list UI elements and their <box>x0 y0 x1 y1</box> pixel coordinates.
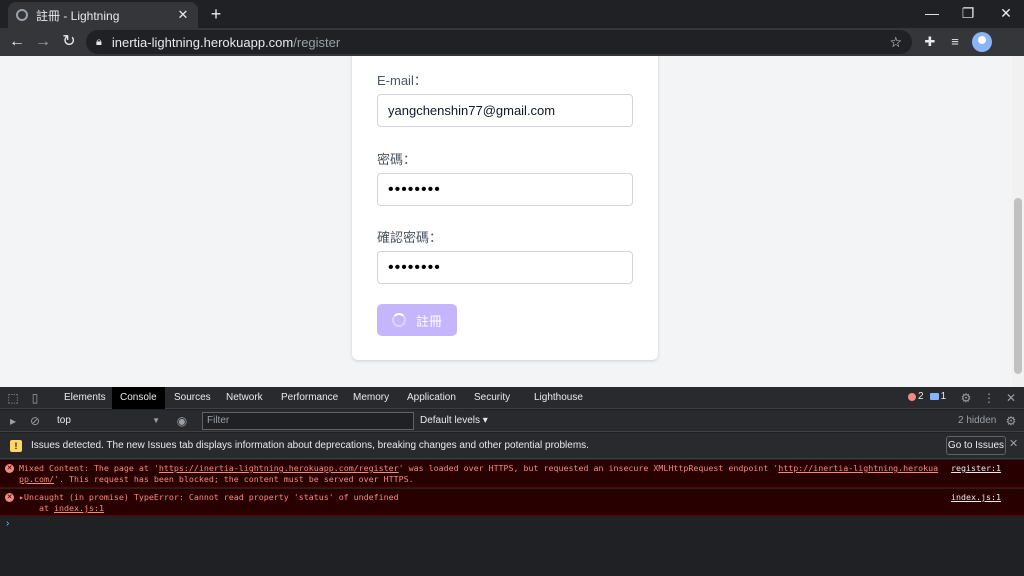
context-value: top <box>57 415 71 426</box>
issues-banner: ! Issues detected. The new Issues tab di… <box>0 433 1024 459</box>
console-prompt-icon[interactable]: › <box>6 518 9 529</box>
dropdown-arrow-icon: ▼ <box>152 416 160 425</box>
issues-close-icon[interactable]: ✕ <box>1009 437 1018 450</box>
url-host: inertia-lightning.herokuapp.com <box>111 34 294 50</box>
devtools-tab-elements[interactable]: Elements <box>56 387 114 409</box>
sidebar-toggle-icon[interactable]: ▸ <box>5 413 21 429</box>
message-count: 1 <box>940 391 947 402</box>
extensions-icon[interactable]: ✚ <box>920 32 940 52</box>
context-selector[interactable]: top ▼ <box>52 412 164 430</box>
error-count: 2 <box>918 391 924 402</box>
tab-close-icon[interactable]: ✕ <box>176 7 190 23</box>
loading-favicon-icon <box>16 9 28 21</box>
error-source-link[interactable]: register:1 <box>951 463 1001 473</box>
register-button[interactable]: 註冊 <box>377 304 457 336</box>
scrollbar-thumb[interactable] <box>1014 198 1022 374</box>
error-message[interactable]: ▸Uncaught (in promise) TypeError: Cannot… <box>19 492 941 514</box>
devtools-tab-sources[interactable]: Sources <box>166 387 219 409</box>
issue-counters[interactable]: 2 1 <box>908 391 946 402</box>
live-expression-eye-icon[interactable]: ◉ <box>174 413 190 429</box>
issues-message: Issues detected. The new Issues tab disp… <box>31 440 589 451</box>
email-field[interactable]: yangchenshin77@gmail.com <box>377 94 633 127</box>
devtools-tab-memory[interactable]: Memory <box>345 387 397 409</box>
lock-icon: 🔒︎ <box>96 35 102 48</box>
bookmark-star-icon[interactable]: ☆ <box>889 34 902 51</box>
error-source-link[interactable]: index.js:1 <box>951 492 1001 502</box>
browser-toolbar: ← → ↻ 🔒︎ inertia-lightning.herokuapp.com… <box>0 28 1024 56</box>
error-message: Mixed Content: The page at 'https://iner… <box>19 463 939 484</box>
devtools-tabbar: ⬚ ▯ Elements Console Sources Network Perform… <box>0 387 1024 409</box>
maximize-button[interactable]: ❐ <box>950 2 986 24</box>
devtools-tab-security[interactable]: Security <box>466 387 518 409</box>
tab-title: 註冊 - Lightning <box>36 8 120 23</box>
warning-icon: ! <box>10 440 22 452</box>
console-filter-input[interactable]: Filter <box>202 412 414 430</box>
loading-spinner-icon <box>391 313 406 327</box>
address-bar[interactable]: 🔒︎ inertia-lightning.herokuapp.com /regi… <box>86 30 912 54</box>
back-button[interactable]: ← <box>7 32 27 52</box>
log-levels-dropdown[interactable]: Default levels ▾ <box>420 412 488 430</box>
console-settings-gear-icon[interactable]: ⚙ <box>1003 413 1019 429</box>
console-toolbar: ▸ ⊘ top ▼ ◉ Filter Default levels ▾ 2 hi… <box>0 410 1024 432</box>
devtools-tab-performance[interactable]: Performance <box>273 387 346 409</box>
console-error-row: ✕ ▸Uncaught (in promise) TypeError: Cann… <box>0 489 1024 516</box>
inspect-element-icon[interactable]: ⬚ <box>5 390 21 406</box>
profile-avatar[interactable] <box>972 32 992 52</box>
error-icon: ✕ <box>5 493 14 502</box>
password-field[interactable]: •••••••• <box>377 173 633 206</box>
devtools-tab-lighthouse[interactable]: Lighthouse <box>526 387 591 409</box>
tab-strip: 註冊 - Lightning ✕ + — ❐ ✕ <box>0 0 1024 28</box>
register-button-label: 註冊 <box>415 313 442 329</box>
more-options-icon[interactable]: ⋮ <box>981 390 997 406</box>
devtools-close-icon[interactable]: ✕ <box>1003 390 1019 406</box>
confirm-password-label: 確認密碼： <box>377 230 443 245</box>
confirm-password-field[interactable]: •••••••• <box>377 251 633 284</box>
minimize-button[interactable]: — <box>914 2 950 24</box>
browser-tab[interactable]: 註冊 - Lightning ✕ <box>8 2 198 28</box>
devtools-tab-network[interactable]: Network <box>218 387 271 409</box>
forward-button[interactable]: → <box>33 32 53 52</box>
go-to-issues-button[interactable]: Go to Issues <box>946 436 1006 455</box>
settings-gear-icon[interactable]: ⚙ <box>958 390 974 406</box>
stack-trace-link[interactable]: index.js:1 <box>54 503 104 513</box>
devtools-tab-application[interactable]: Application <box>399 387 464 409</box>
devtools-tab-console[interactable]: Console <box>112 387 165 409</box>
error-icon: ✕ <box>5 464 14 473</box>
reload-button[interactable]: ↻ <box>59 32 79 52</box>
email-label: E-mail： <box>377 73 427 88</box>
error-link[interactable]: https://inertia-lightning.herokuapp.com/… <box>159 463 399 473</box>
message-count-icon <box>929 393 939 400</box>
password-label: 密碼： <box>377 152 417 167</box>
clear-console-icon[interactable]: ⊘ <box>27 413 43 429</box>
new-tab-button[interactable]: + <box>206 4 226 24</box>
register-card: E-mail： yangchenshin77@gmail.com 密碼： •••… <box>352 56 658 360</box>
error-count-icon <box>908 392 916 401</box>
window-close-button[interactable]: ✕ <box>988 2 1024 24</box>
url-path: /register <box>293 34 341 50</box>
page-viewport: E-mail： yangchenshin77@gmail.com 密碼： •••… <box>0 56 1012 387</box>
media-controls-icon[interactable]: ≡ <box>945 32 965 52</box>
page-scrollbar[interactable] <box>1012 56 1024 387</box>
hidden-count: 2 hidden <box>958 415 997 426</box>
console-error-row: ✕ Mixed Content: The page at 'https://in… <box>0 460 1024 488</box>
device-toolbar-icon[interactable]: ▯ <box>27 390 43 406</box>
